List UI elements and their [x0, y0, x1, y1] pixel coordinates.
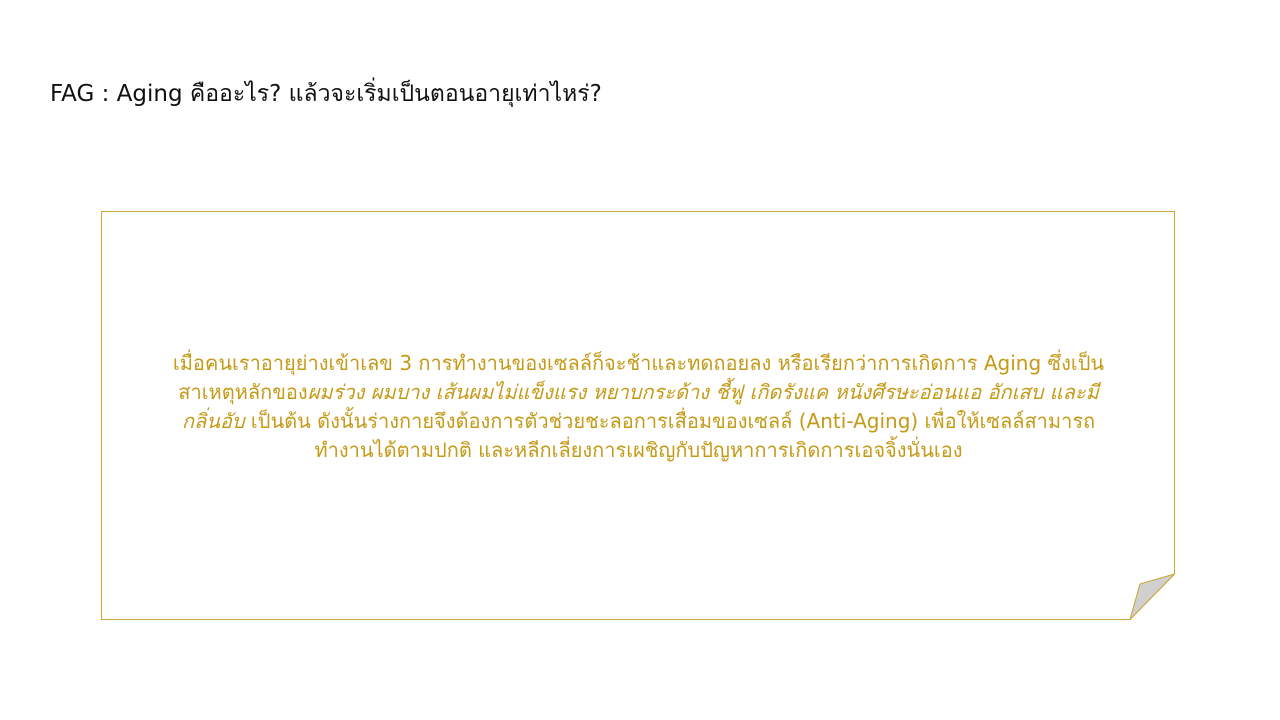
- note-line-3: กลิ่นอับ เป็นต้น ดังนั้นร่างกายจึงต้องกา…: [121, 407, 1156, 436]
- note-line-2: สาเหตุหลักของผมร่วง ผมบาง เส้นผมไม่แข็งแ…: [121, 378, 1156, 407]
- note-line-3-plain: เป็นต้น ดังนั้นร่างกายจึงต้องการตัวช่วยช…: [244, 409, 1096, 433]
- note-card: เมื่อคนเราอายุย่างเข้าเลข 3 การทำงานของเ…: [101, 211, 1176, 621]
- note-body: เมื่อคนเราอายุย่างเข้าเลข 3 การทำงานของเ…: [121, 349, 1156, 465]
- note-line-3-italic: กลิ่นอับ: [181, 409, 245, 433]
- note-line-2-plain: สาเหตุหลักของ: [178, 380, 308, 404]
- note-line-1: เมื่อคนเราอายุย่างเข้าเลข 3 การทำงานของเ…: [172, 351, 1105, 375]
- note-line-2-italic: ผมร่วง ผมบาง เส้นผมไม่แข็งแรง หยาบกระด้า…: [307, 380, 1099, 404]
- note-line-4: ทำงานได้ตามปกติ และหลีกเลี่ยงการเผชิญกับ…: [314, 438, 963, 462]
- slide-title: FAG : Aging คืออะไร? แล้วจะเริ่มเป็นตอนอ…: [50, 81, 602, 107]
